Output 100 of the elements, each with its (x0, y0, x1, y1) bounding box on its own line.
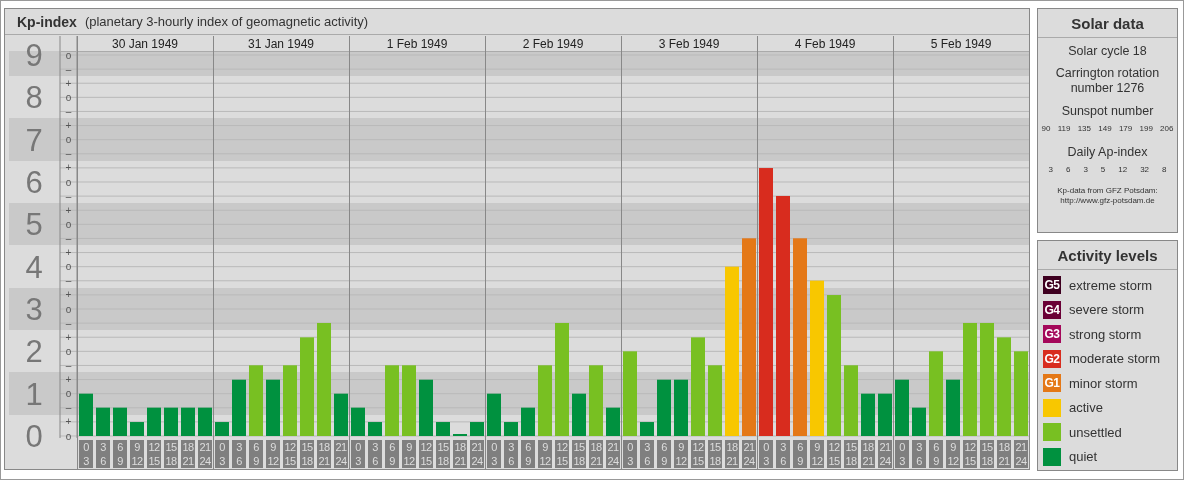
time-interval-label: 18 21 (725, 440, 739, 468)
sunspot-number-title: Sunspot number (1061, 104, 1154, 118)
minor-tick-label: o (65, 49, 72, 61)
time-interval-label: 15 18 (436, 440, 450, 468)
sunspot-number-value: 135 (1077, 124, 1092, 133)
y-axis-label: 4 (25, 249, 43, 285)
panel-title: Kp-index (17, 13, 77, 30)
day-label: 30 Jan 1949 (111, 37, 179, 51)
level-label: active (1069, 400, 1103, 415)
minor-tick-label: o (65, 261, 72, 273)
time-interval-label: 21 24 (334, 440, 348, 468)
minor-tick-label: + (65, 331, 72, 343)
time-interval-label: 21 24 (606, 440, 620, 468)
sunspot-number-value: 119 (1057, 124, 1071, 133)
sunspot-number-value: 149 (1098, 124, 1112, 133)
level-color-swatch: G1 (1043, 374, 1061, 392)
y-axis-label: 2 (25, 334, 43, 370)
time-interval-label: 15 18 (164, 440, 178, 468)
ap-index-value: 5 (1100, 165, 1106, 174)
time-interval-label: 9 12 (674, 440, 688, 468)
time-interval-label: 21 24 (470, 440, 484, 468)
time-interval-label: 6 9 (249, 440, 263, 468)
time-interval-label: 18 21 (997, 440, 1011, 468)
minor-tick-label: – (65, 63, 72, 75)
day-label: 5 Feb 1949 (930, 37, 992, 51)
time-interval-label: 12 15 (147, 440, 161, 468)
minor-tick-label: o (65, 430, 72, 442)
time-interval-label: 9 12 (266, 440, 280, 468)
time-interval-label: 0 3 (215, 440, 229, 468)
y-axis-label: 0 (25, 419, 43, 454)
time-interval-label: 21 24 (878, 440, 892, 468)
time-interval-label: 12 15 (555, 440, 569, 468)
minor-tick-label: + (65, 247, 72, 259)
level-color-swatch: G5 (1043, 276, 1061, 294)
daily-ap-index-title: Daily Ap-index (1067, 145, 1148, 159)
level-color-swatch: G3 (1043, 325, 1061, 343)
time-interval-label: 15 18 (300, 440, 314, 468)
y-axis-label: 1 (25, 376, 43, 412)
ap-index-value: 32 (1140, 165, 1150, 174)
time-interval-label: 0 3 (623, 440, 637, 468)
panel-title: Activity levels (1038, 241, 1177, 270)
data-source-link[interactable]: http://www.gfz-potsdam.de (1060, 196, 1155, 206)
level-color-swatch: G2 (1043, 349, 1061, 368)
time-interval-label: 15 18 (844, 440, 858, 468)
data-source-text: Kp-data from GFZ Potsdam: (1057, 186, 1158, 196)
minor-tick-label: o (65, 303, 72, 315)
day-label: 2 Feb 1949 (522, 37, 584, 51)
y-axis-label: 7 (25, 122, 43, 158)
minor-tick-label: – (65, 359, 72, 371)
minor-tick-label: + (65, 204, 72, 216)
level-label: quiet (1069, 449, 1098, 464)
minor-tick-label: o (65, 134, 72, 146)
minor-tick-label: – (65, 402, 72, 414)
minor-tick-label: – (65, 148, 72, 160)
minor-tick-label: – (65, 105, 72, 117)
level-label: unsettled (1069, 424, 1122, 440)
time-interval-label: 3 6 (96, 440, 110, 468)
time-interval-label: 3 6 (368, 440, 382, 468)
time-interval-label: 15 18 (572, 440, 586, 468)
minor-tick-label: o (65, 388, 72, 400)
time-interval-label: 6 9 (657, 440, 671, 468)
time-interval-label: 0 3 (895, 440, 909, 468)
y-axis-label: 3 (25, 292, 43, 327)
ap-index-value: 6 (1065, 165, 1071, 174)
ap-index-value: 3 (1083, 165, 1088, 174)
level-label: severe storm (1069, 302, 1145, 317)
day-label: 3 Feb 1949 (658, 37, 720, 51)
time-interval-label: 15 18 (980, 440, 994, 468)
time-interval-label: 9 12 (402, 440, 416, 468)
time-interval-label: 21 24 (1014, 440, 1028, 468)
panel-subtitle: (planetary 3-hourly index of geomagnetic activity) (84, 14, 369, 29)
minor-tick-label: + (65, 120, 72, 132)
sunspot-number-value: 90 (1041, 124, 1051, 133)
minor-tick-label: o (65, 218, 72, 230)
minor-tick-label: + (65, 416, 72, 428)
time-interval-label: 18 21 (317, 440, 331, 468)
time-interval-label: 18 21 (589, 440, 603, 468)
minor-tick-label: – (65, 190, 72, 202)
y-axis-label: 8 (25, 80, 43, 116)
minor-tick-label: o (65, 176, 72, 188)
y-axis-label: 9 (25, 38, 43, 73)
time-interval-label: 21 24 (198, 440, 212, 468)
time-interval-label: 6 9 (113, 440, 127, 468)
time-interval-label: 12 15 (419, 440, 433, 468)
time-interval-label: 9 12 (538, 440, 552, 468)
minor-tick-label: + (65, 162, 72, 174)
solar-cycle-text: Solar cycle 18 (1068, 44, 1147, 58)
minor-tick-label: – (65, 275, 72, 287)
time-interval-label: 18 21 (861, 440, 875, 468)
time-interval-label: 9 12 (130, 440, 144, 468)
time-interval-label: 6 9 (929, 440, 943, 468)
level-color-swatch: G4 (1043, 300, 1061, 319)
time-interval-label: 12 15 (283, 440, 297, 468)
minor-tick-label: – (65, 317, 72, 329)
time-interval-label: 0 3 (487, 440, 501, 468)
day-label: 4 Feb 1949 (794, 37, 856, 51)
level-label: minor storm (1069, 375, 1138, 391)
level-label: strong storm (1069, 326, 1142, 342)
time-interval-label: 3 6 (232, 440, 246, 468)
level-label: moderate storm (1069, 351, 1161, 366)
